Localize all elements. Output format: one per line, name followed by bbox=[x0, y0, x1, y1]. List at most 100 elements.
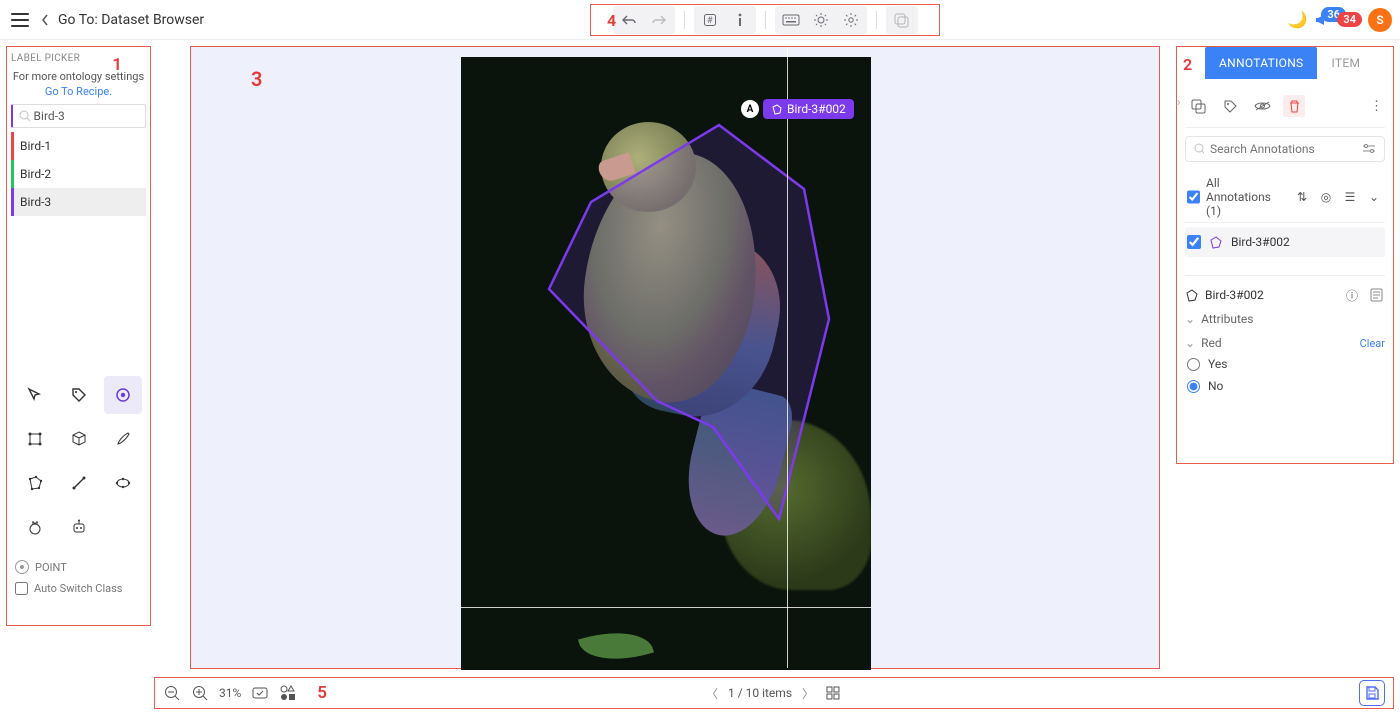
tab-item[interactable]: ITEM bbox=[1317, 47, 1374, 79]
info2-icon[interactable]: ⓘ bbox=[1343, 286, 1361, 304]
target-icon[interactable]: ◎ bbox=[1317, 188, 1335, 206]
attr-option-no[interactable]: No bbox=[1185, 374, 1385, 396]
top-toolbar: # bbox=[591, 5, 939, 35]
annotation-action-row: › ⋮ bbox=[1185, 87, 1385, 128]
magic-tool-icon[interactable] bbox=[16, 508, 54, 546]
label-search[interactable] bbox=[11, 104, 146, 128]
hash-icon[interactable]: # bbox=[698, 9, 722, 31]
radio-yes-label: Yes bbox=[1208, 357, 1227, 371]
attributes-section[interactable]: ⌄ Attributes bbox=[1185, 304, 1385, 328]
tool-mode-label: POINT bbox=[15, 560, 142, 574]
annotation-search-input[interactable] bbox=[1210, 142, 1362, 156]
cube-tool-icon[interactable] bbox=[60, 420, 98, 458]
attributes-label: Attributes bbox=[1201, 312, 1253, 326]
brush-tool-icon[interactable] bbox=[104, 420, 142, 458]
annotation-chip[interactable]: A Bird-3#002 bbox=[741, 99, 854, 119]
copy-icon[interactable] bbox=[1187, 95, 1209, 117]
label-item-bird3[interactable]: Bird-3 bbox=[11, 188, 146, 216]
back-icon[interactable] bbox=[40, 13, 50, 27]
tab-annotations[interactable]: ANNOTATIONS bbox=[1205, 47, 1317, 79]
image-leaf bbox=[578, 621, 654, 670]
duplicate-icon[interactable] bbox=[890, 9, 914, 31]
label-item-bird1[interactable]: Bird-1 bbox=[11, 132, 146, 160]
annotation-search[interactable] bbox=[1185, 136, 1385, 162]
zoom-in-icon[interactable] bbox=[191, 684, 209, 702]
attribute-red-label: Red bbox=[1201, 336, 1222, 350]
box-tool-icon[interactable] bbox=[16, 420, 54, 458]
menu-icon[interactable] bbox=[8, 8, 32, 32]
all-annotations-row[interactable]: All Annotations (1) ⇅ ◎ ☰ ⌄ bbox=[1185, 172, 1385, 223]
settings-icon[interactable] bbox=[839, 9, 863, 31]
shapes-icon[interactable] bbox=[279, 684, 297, 702]
attribute-red-section[interactable]: ⌄ Red Clear bbox=[1185, 328, 1385, 352]
chevron-down-icon[interactable]: ⌄ bbox=[1365, 188, 1383, 206]
radio-yes[interactable] bbox=[1187, 358, 1200, 371]
label-item-bird2[interactable]: Bird-2 bbox=[11, 160, 146, 188]
goto-title[interactable]: Go To: Dataset Browser bbox=[58, 12, 204, 28]
delete-icon[interactable] bbox=[1283, 95, 1305, 117]
label-text: Bird-2 bbox=[20, 167, 51, 181]
auto-switch-class[interactable]: Auto Switch Class bbox=[15, 582, 142, 595]
attr-option-yes[interactable]: Yes bbox=[1185, 352, 1385, 374]
tag2-icon[interactable] bbox=[1219, 95, 1241, 117]
point-tool-icon[interactable] bbox=[104, 376, 142, 414]
annotations-panel: 2 ANNOTATIONS ITEM › ⋮ All Annotations (… bbox=[1176, 46, 1394, 464]
goto-recipe-link[interactable]: Go To Recipe. bbox=[11, 85, 146, 98]
zoom-out-icon[interactable] bbox=[163, 684, 181, 702]
polygon-icon bbox=[1185, 288, 1199, 302]
app-header: Go To: Dataset Browser 4 # bbox=[0, 0, 1400, 40]
radio-no[interactable] bbox=[1187, 380, 1200, 393]
all-annotations-label: All Annotations (1) bbox=[1206, 176, 1287, 218]
notifications-bullhorn-icon[interactable]: 36 bbox=[1313, 11, 1331, 29]
selected-annotation-section: Bird-3#002 ⓘ ⌄ Attributes ⌄ Red Clear Ye… bbox=[1185, 275, 1385, 396]
clear-link[interactable]: Clear bbox=[1360, 337, 1385, 350]
top-toolbar-zone: 4 # bbox=[590, 4, 940, 36]
sort-icon[interactable]: ⇅ bbox=[1293, 188, 1311, 206]
radio-no-label: No bbox=[1208, 379, 1223, 393]
fit-icon[interactable] bbox=[251, 684, 269, 702]
tool-grid bbox=[11, 376, 146, 546]
undo-icon[interactable] bbox=[617, 9, 641, 31]
tag-tool-icon[interactable] bbox=[60, 376, 98, 414]
theme-icon[interactable]: 🌙 bbox=[1288, 10, 1308, 29]
all-annotations-checkbox[interactable] bbox=[1187, 190, 1200, 204]
visibility-icon[interactable] bbox=[1251, 95, 1273, 117]
canvas-zone[interactable]: 3 A Bird-3#002 bbox=[190, 46, 1160, 669]
list-icon[interactable]: ☰ bbox=[1341, 188, 1359, 206]
collapse-icon[interactable]: › bbox=[1177, 95, 1181, 109]
polygon-tool-icon[interactable] bbox=[16, 464, 54, 502]
crosshair-horizontal bbox=[461, 607, 871, 608]
prev-icon[interactable]: 〈 bbox=[706, 685, 718, 702]
note-icon[interactable] bbox=[1367, 286, 1385, 304]
zone-label-5: 5 bbox=[317, 683, 327, 703]
zone-label-2: 2 bbox=[1183, 55, 1192, 74]
save-button[interactable] bbox=[1359, 680, 1385, 706]
pointer-tool-icon[interactable] bbox=[16, 376, 54, 414]
keyboard-icon[interactable] bbox=[779, 9, 803, 31]
auto-switch-checkbox[interactable] bbox=[15, 582, 28, 595]
ai-tool-icon[interactable] bbox=[60, 508, 98, 546]
annotation-list-item[interactable]: Bird-3#002 bbox=[1185, 227, 1385, 257]
alerts-bell-icon[interactable]: 34 bbox=[1337, 12, 1362, 27]
auto-switch-label: Auto Switch Class bbox=[34, 582, 122, 595]
zone-label-4: 4 bbox=[607, 11, 616, 30]
line-tool-icon[interactable] bbox=[60, 464, 98, 502]
brightness-icon[interactable] bbox=[809, 9, 833, 31]
filter-icon[interactable] bbox=[1362, 143, 1376, 155]
more-icon[interactable]: ⋮ bbox=[1370, 99, 1383, 114]
annotation-item-checkbox[interactable] bbox=[1187, 235, 1201, 249]
image-canvas[interactable] bbox=[461, 57, 871, 670]
label-picker-panel: 1 LABEL PICKER For more ontology setting… bbox=[6, 46, 151, 626]
avatar[interactable]: S bbox=[1368, 8, 1392, 32]
grid-view-icon[interactable] bbox=[824, 684, 842, 702]
header-right: 🌙 36 34 S bbox=[1288, 8, 1393, 32]
right-tabs: ANNOTATIONS ITEM bbox=[1205, 47, 1393, 79]
next-icon[interactable]: 〉 bbox=[802, 685, 814, 702]
polygon-icon bbox=[771, 103, 783, 115]
label-text: Bird-1 bbox=[20, 139, 51, 153]
redo-icon[interactable] bbox=[647, 9, 671, 31]
info-icon[interactable] bbox=[728, 9, 752, 31]
label-search-input[interactable] bbox=[34, 109, 139, 123]
bottom-bar: 31% 5 〈 1 / 10 items 〉 bbox=[154, 677, 1394, 709]
ellipse-tool-icon[interactable] bbox=[104, 464, 142, 502]
